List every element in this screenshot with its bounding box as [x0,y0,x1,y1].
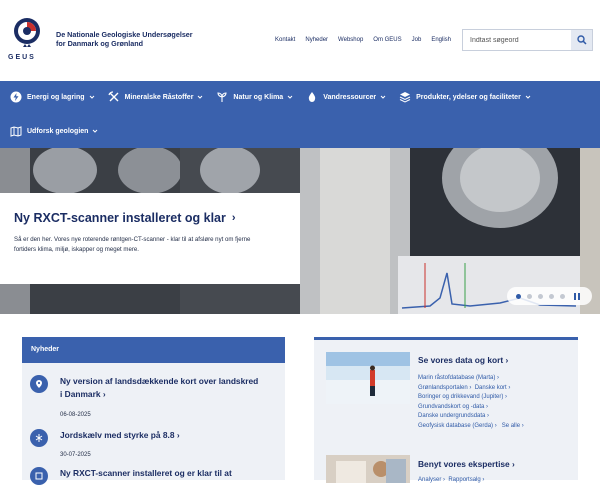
hero-text: Så er den her. Vores nye roterende røntg… [14,235,286,255]
hero-text-line1: Så er den her. Vores nye roterende røntg… [14,236,251,243]
water-drop-icon [306,91,318,103]
nav-energi[interactable]: Energi og lagring [10,91,95,103]
link-jupiter[interactable]: Boringer og drikkevand (Jupiter) [418,394,503,400]
nav-mineralske[interactable]: Mineralske Råstoffer [107,91,204,103]
map-pin-icon [30,375,48,393]
leaf-icon [216,91,228,103]
news-item[interactable]: Jordskælv med styrke på 8.8 › 30-07-2025 [30,429,280,459]
hero-title-text: Ny RXCT-scanner installeret og klar [14,211,226,225]
data-and-maps-panel: Se vores data og kort › Marin råstofdata… [314,337,578,483]
news-heading[interactable]: Nyheder [22,337,285,363]
news-panel: Nyheder Ny version af landsdækkende kort… [22,337,285,485]
news-title-line2: i Danmark › [60,388,280,401]
hero-title[interactable]: Ny RXCT-scanner installeret og klar › [14,211,286,225]
org-name-line2: for Danmark og Grønland [56,39,144,48]
topnav-kontakt[interactable]: Kontakt [275,37,295,43]
chevron-down-icon [287,95,293,99]
news-title-line1: Ny version af landsdækkende kort over la… [60,376,259,386]
chevron-down-icon [93,129,98,133]
news-title[interactable]: Ny RXCT-scanner installeret og er klar t… [60,467,280,480]
chevron-down-icon [525,95,531,99]
nav-udforsk-label: Udforsk geologien [27,127,89,135]
chevron-right-icon: › [176,430,180,440]
news-title-line2-text: i Danmark [60,389,101,399]
nav-produkter-label: Produkter, ydelser og faciliteter [416,93,521,101]
chevron-down-icon [89,95,94,99]
link-se-alle[interactable]: Se alle [502,423,520,429]
main-nav-row-2: Udforsk geologien [10,125,111,137]
hero-card[interactable]: Ny RXCT-scanner installeret og klar › Så… [0,193,300,284]
search-icon [576,35,587,45]
news-date: 30-07-2025 [60,452,91,458]
topnav-webshop[interactable]: Webshop [338,37,363,43]
main-nav: Energi og lagring Mineralske Råstoffer N… [0,81,600,148]
link-gerda[interactable]: Geofysisk database (Gerda) [418,423,493,429]
map-icon [10,125,22,137]
org-name[interactable]: De Nationale Geologiske Undersøgelser fo… [56,30,206,48]
link-groenlandsportalen[interactable]: Grønlandsportalen [418,385,468,391]
carousel-dot-1[interactable] [516,293,521,299]
link-grundvandskort[interactable]: Grundvandskort og -data [418,404,484,410]
nav-energi-label: Energi og lagring [27,93,85,101]
link-rapportsalg[interactable]: Rapportsalg [448,477,480,483]
lab-photo [326,455,410,483]
link-analyser[interactable]: Analyser [418,477,441,483]
chevron-down-icon [380,95,386,99]
news-title-line1: Jordskælv med styrke på 8.8 [60,430,175,440]
data-panel-title[interactable]: Se vores data og kort › [418,355,508,365]
logo-wordmark: GEUS [8,54,36,61]
carousel-dot-3[interactable] [538,293,543,299]
nav-mineralske-label: Mineralske Råstoffer [124,93,194,101]
carousel-dot-4[interactable] [549,293,554,299]
pickaxe-icon [107,91,120,103]
topnav-job[interactable]: Job [412,37,422,43]
chevron-right-icon: › [102,389,106,399]
news-item[interactable]: Ny version af landsdækkende kort over la… [30,375,280,425]
site-header: GEUS De Nationale Geologiske Undersøgels… [0,0,600,80]
expertise-title-text: Benyt vores ekspertise [418,459,510,469]
link-danske-kort[interactable]: Danske kort [475,385,507,391]
nav-udforsk[interactable]: Udforsk geologien [10,125,98,137]
search-box [462,29,593,51]
data-links: Marin råstofdatabase (Marta) › Grønlands… [418,375,524,429]
nav-natur-klima[interactable]: Natur og Klima [216,91,293,103]
link-undergrundsdata[interactable]: Danske undergrundsdata [418,413,485,419]
hero-text-line2: fortiders klima, miljø, iskapper og mege… [14,246,139,253]
main-nav-row-1: Energi og lagring Mineralske Råstoffer N… [10,91,544,103]
seismic-icon [30,429,48,447]
topnav-om-geus[interactable]: Om GEUS [373,37,401,43]
topnav-nyheder[interactable]: Nyheder [305,37,328,43]
energy-icon [10,91,22,103]
news-date: 06-08-2025 [60,412,91,418]
nav-produkter[interactable]: Produkter, ydelser og faciliteter [399,91,531,103]
chevron-right-icon: › [512,459,515,469]
nav-vandressourcer[interactable]: Vandressourcer [306,91,386,103]
search-input[interactable] [463,30,572,50]
nav-vandressourcer-label: Vandressourcer [323,93,377,101]
news-item[interactable]: Ny RXCT-scanner installeret og er klar t… [30,467,280,485]
news-title[interactable]: Jordskælv med styrke på 8.8 › [60,429,280,442]
carousel-dot-2[interactable] [527,293,532,299]
arctic-photo [326,352,410,404]
data-panel-title-text: Se vores data og kort [418,355,504,365]
link-marta[interactable]: Marin råstofdatabase (Marta) [418,375,495,381]
hero-carousel[interactable]: Ny RXCT-scanner installeret og klar › Så… [0,148,600,314]
top-nav: Kontakt Nyheder Webshop Om GEUS Job Engl… [275,37,461,43]
nav-natur-klima-label: Natur og Klima [233,93,284,101]
carousel-controls [507,287,592,305]
chevron-down-icon [198,95,203,99]
org-name-line1: De Nationale Geologiske Undersøgelser [56,30,193,39]
pause-icon[interactable] [574,292,580,300]
scanner-icon [30,467,48,485]
expertise-links: Analyser › Rapportsalg › [418,477,485,483]
carousel-dot-5[interactable] [560,293,565,299]
chevron-right-icon: › [231,212,236,224]
topnav-english[interactable]: English [431,37,451,43]
expertise-title[interactable]: Benyt vores ekspertise › [418,459,515,469]
layers-icon [399,91,411,103]
search-button[interactable] [571,30,592,50]
news-title[interactable]: Ny version af landsdækkende kort over la… [60,375,280,401]
chevron-right-icon: › [505,355,509,365]
